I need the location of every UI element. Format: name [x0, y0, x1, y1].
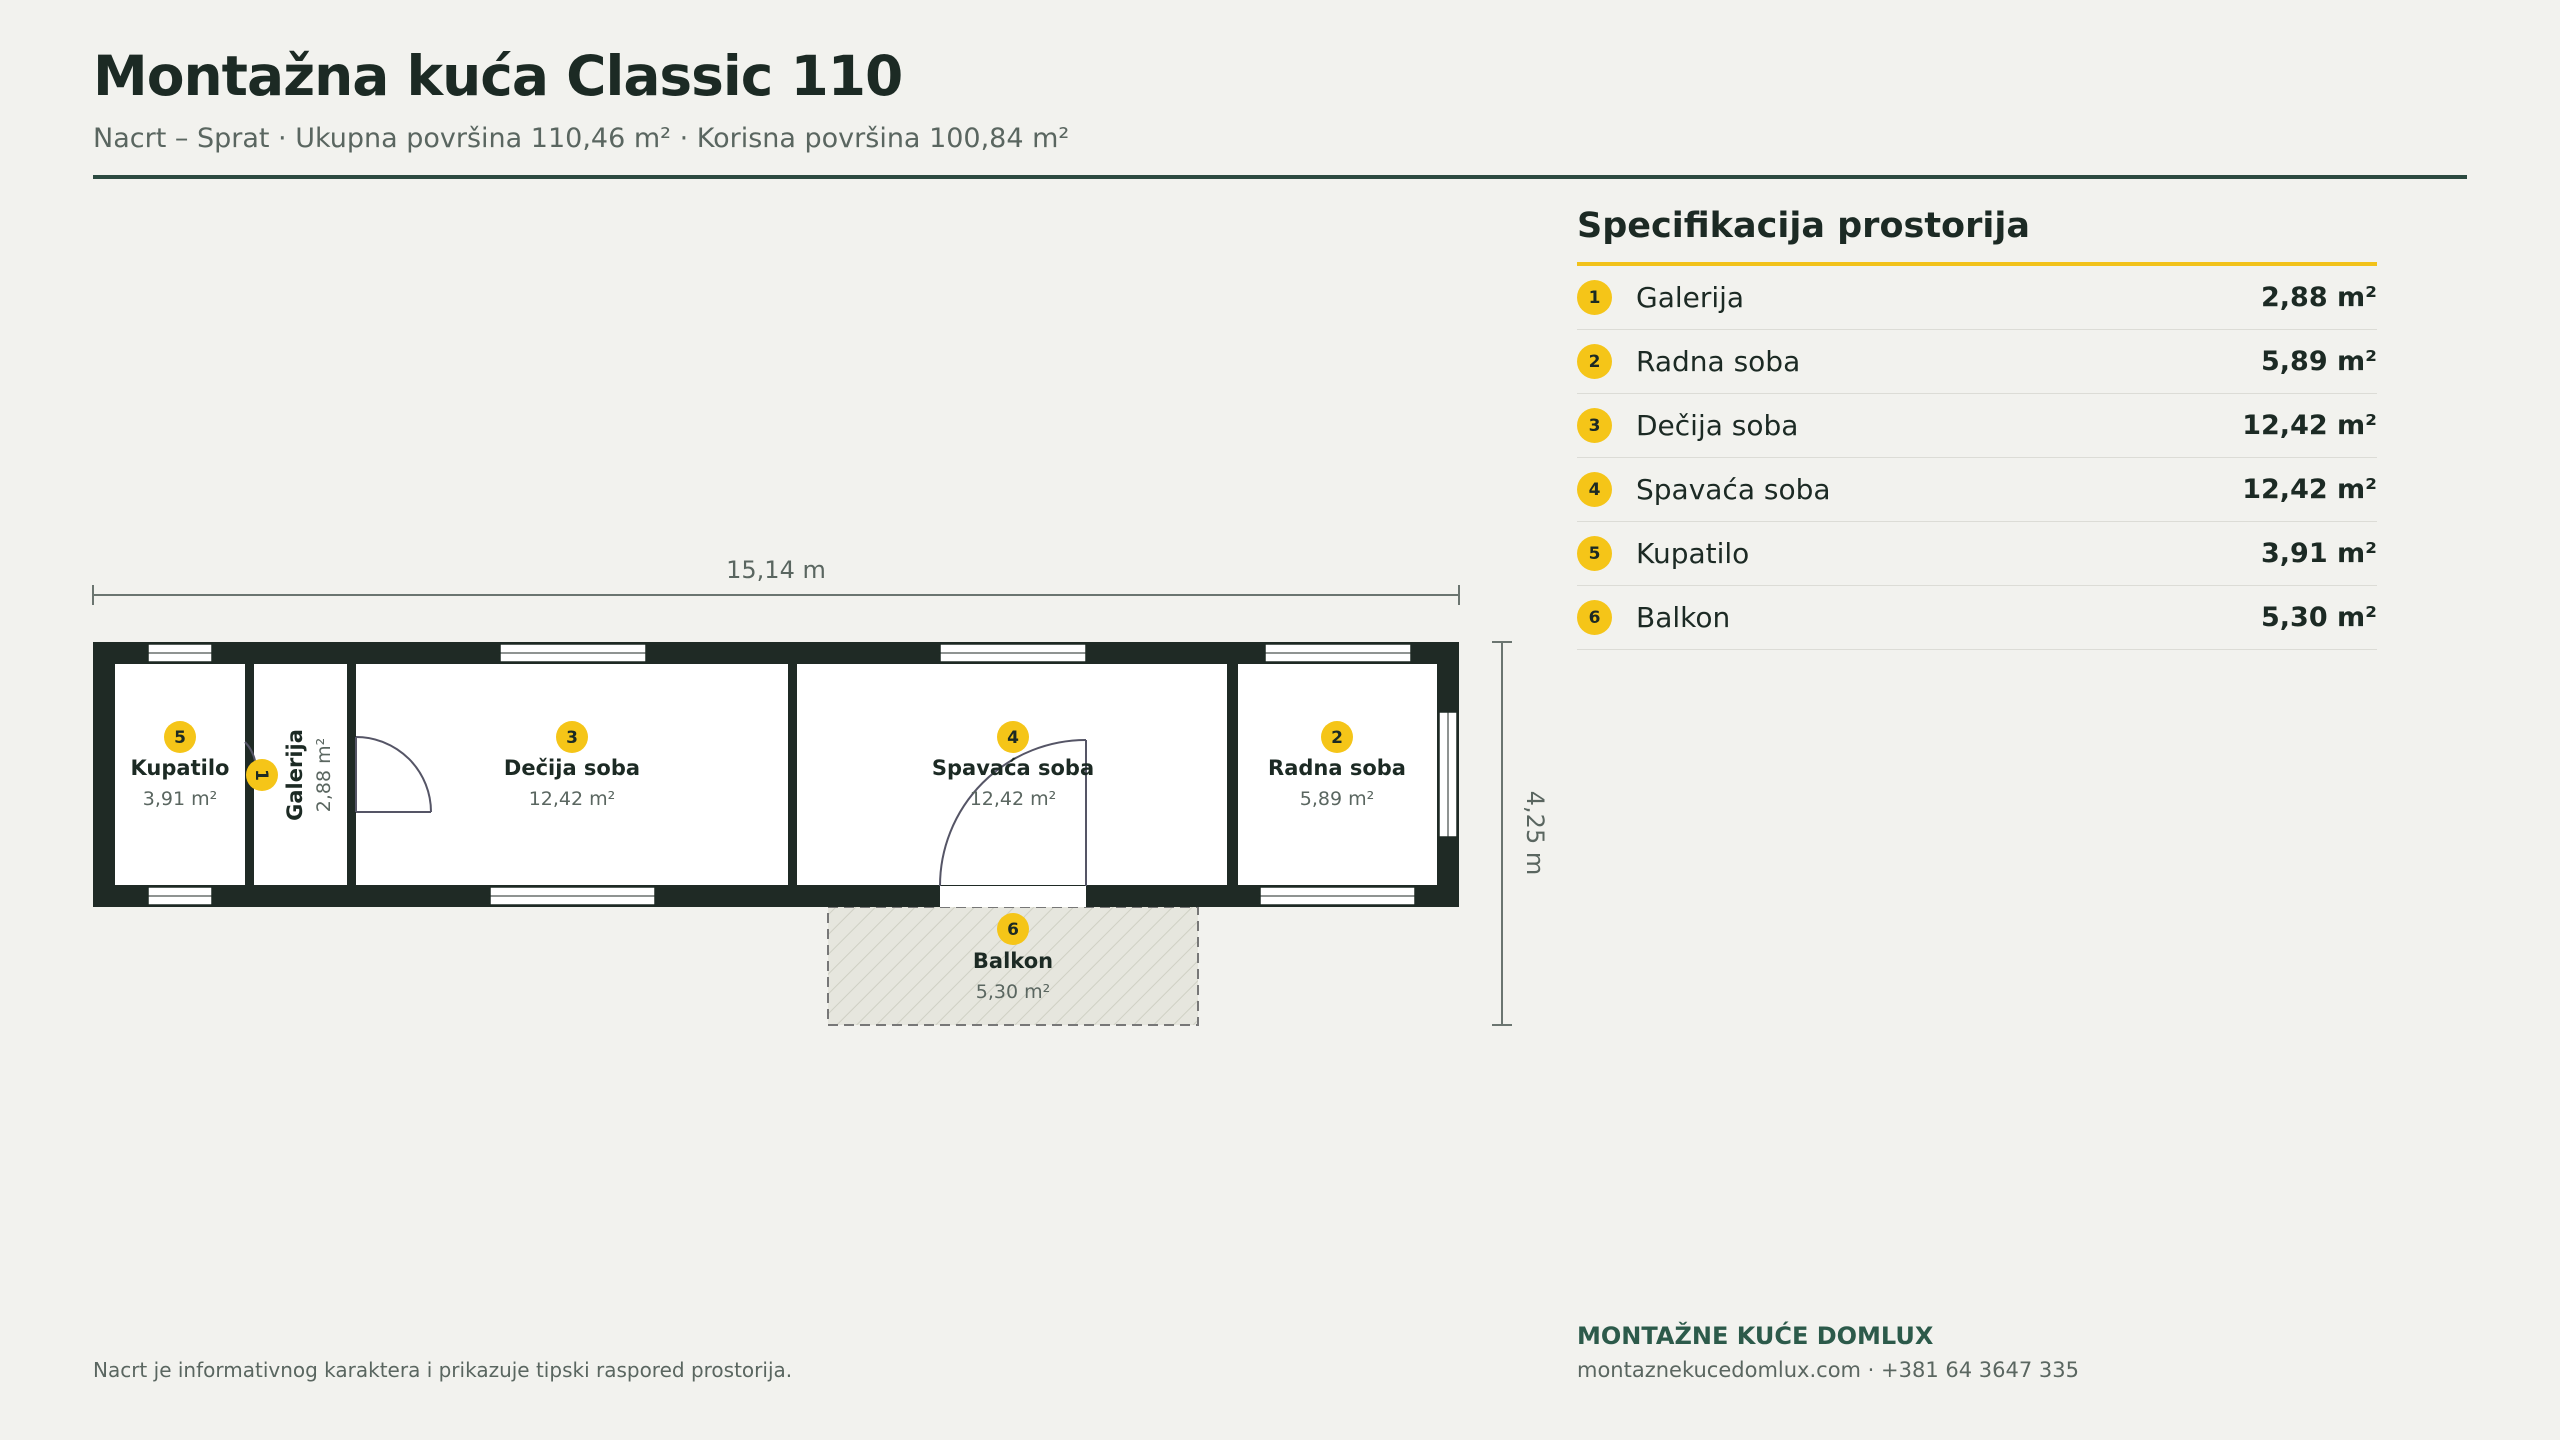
spec-row: 4 Spavaća soba 12,42 m² [1577, 458, 2377, 522]
spec-room-area: 12,42 m² [2242, 410, 2377, 441]
room-badge-number: 2 [1331, 728, 1343, 748]
disclaimer-note: Nacrt je informativnog karaktera i prika… [93, 1358, 793, 1382]
spec-badge: 5 [1577, 536, 1612, 571]
spec-room-area: 3,91 m² [2261, 538, 2377, 569]
brand-name: MONTAŽNE KUĆE DOMLUX [1577, 1322, 1934, 1350]
room-name: Kupatilo [131, 756, 230, 780]
spec-badge: 1 [1577, 280, 1612, 315]
spec-room-area: 5,89 m² [2261, 346, 2377, 377]
room-name: Radna soba [1268, 756, 1406, 780]
spec-title: Specifikacija prostorija [1577, 206, 2030, 246]
spec-badge: 6 [1577, 600, 1612, 635]
spec-badge: 3 [1577, 408, 1612, 443]
width-dimension-label: 15,14 m [726, 556, 826, 584]
room-area: 5,89 m² [1300, 788, 1374, 810]
spec-room-area: 12,42 m² [2242, 474, 2377, 505]
spec-room-name: Galerija [1636, 281, 1745, 314]
spec-room-name: Balkon [1636, 601, 1731, 634]
spec-badge: 4 [1577, 472, 1612, 507]
room-badge-number: 3 [566, 728, 578, 748]
width-dimension: 15,14 m [92, 556, 1460, 605]
depth-dimension: 4,25 m [1492, 641, 1549, 1026]
room-badge-number: 1 [251, 769, 271, 781]
spec-room-name: Dečija soba [1636, 409, 1799, 442]
room-area: 2,88 m² [313, 738, 335, 812]
spec-row: 6 Balkon 5,30 m² [1577, 586, 2377, 650]
spec-row: 2 Radna soba 5,89 m² [1577, 330, 2377, 394]
room-area: 5,30 m² [976, 981, 1050, 1003]
room-area: 3,91 m² [143, 788, 217, 810]
spec-row: 1 Galerija 2,88 m² [1577, 266, 2377, 330]
spec-list: 1 Galerija 2,88 m² 2 Radna soba 5,89 m² … [1577, 266, 2377, 650]
spec-room-name: Spavaća soba [1636, 473, 1831, 506]
spec-room-name: Kupatilo [1636, 537, 1750, 570]
spec-room-area: 2,88 m² [2261, 282, 2377, 313]
spec-room-name: Radna soba [1636, 345, 1801, 378]
depth-dimension-label: 4,25 m [1521, 791, 1549, 875]
spec-row: 3 Dečija soba 12,42 m² [1577, 394, 2377, 458]
room-name: Spavaća soba [932, 756, 1094, 780]
balcony-door-opening [940, 886, 1086, 907]
room-name: Galerija [283, 729, 307, 821]
room-specification: Specifikacija prostorija 1 Galerija 2,88… [1577, 200, 2377, 650]
spec-room-area: 5,30 m² [2261, 602, 2377, 633]
room-area: 12,42 m² [529, 788, 616, 810]
room-badge-number: 4 [1007, 728, 1019, 748]
room-name: Balkon [973, 949, 1053, 973]
room-badge-number: 6 [1007, 920, 1019, 940]
spec-badge: 2 [1577, 344, 1612, 379]
room-badge-number: 5 [174, 728, 186, 748]
contact-info: montaznekucedomlux.com · +381 64 3647 33… [1577, 1358, 2079, 1382]
room-area: 12,42 m² [970, 788, 1057, 810]
room-name: Dečija soba [504, 756, 640, 780]
spec-row: 5 Kupatilo 3,91 m² [1577, 522, 2377, 586]
